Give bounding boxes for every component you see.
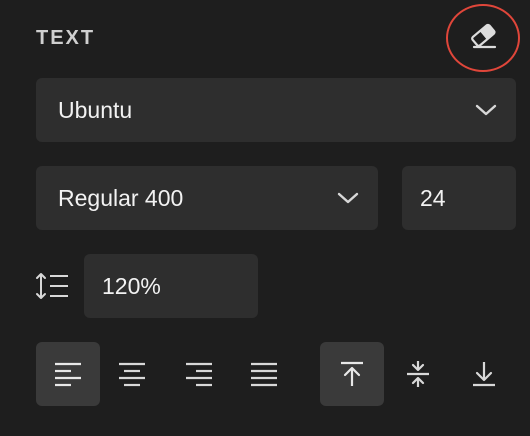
align-justify-button[interactable]	[232, 342, 296, 406]
vertical-align-bottom-icon	[469, 359, 499, 389]
line-height-value: 120%	[102, 272, 161, 299]
align-left-button[interactable]	[36, 342, 100, 406]
vertical-align-top-icon	[337, 359, 367, 389]
align-justify-icon	[249, 361, 279, 387]
line-height-input[interactable]: 120%	[84, 254, 258, 318]
chevron-down-icon	[336, 190, 360, 206]
font-weight-value: Regular 400	[58, 184, 184, 211]
align-center-icon	[117, 361, 147, 387]
vertical-align-middle-icon	[403, 359, 433, 389]
font-size-value: 24	[420, 184, 446, 211]
align-center-button[interactable]	[100, 342, 164, 406]
font-family-value: Ubuntu	[58, 96, 133, 123]
chevron-down-icon	[474, 102, 498, 118]
text-properties-panel: TEXT Ubuntu Regular 400 24 120%	[0, 0, 530, 436]
line-height-icon	[34, 270, 70, 302]
valign-bottom-button[interactable]	[452, 342, 516, 406]
font-weight-select[interactable]: Regular 400	[36, 166, 378, 230]
valign-top-button[interactable]	[320, 342, 384, 406]
font-size-input[interactable]: 24	[402, 166, 516, 230]
align-right-button[interactable]	[167, 342, 231, 406]
clear-text-style-button[interactable]	[446, 4, 520, 72]
align-left-icon	[53, 361, 83, 387]
align-right-icon	[184, 361, 214, 387]
font-family-select[interactable]: Ubuntu	[36, 78, 516, 142]
eraser-icon	[468, 23, 498, 54]
section-title: TEXT	[36, 27, 96, 49]
valign-middle-button[interactable]	[386, 342, 450, 406]
